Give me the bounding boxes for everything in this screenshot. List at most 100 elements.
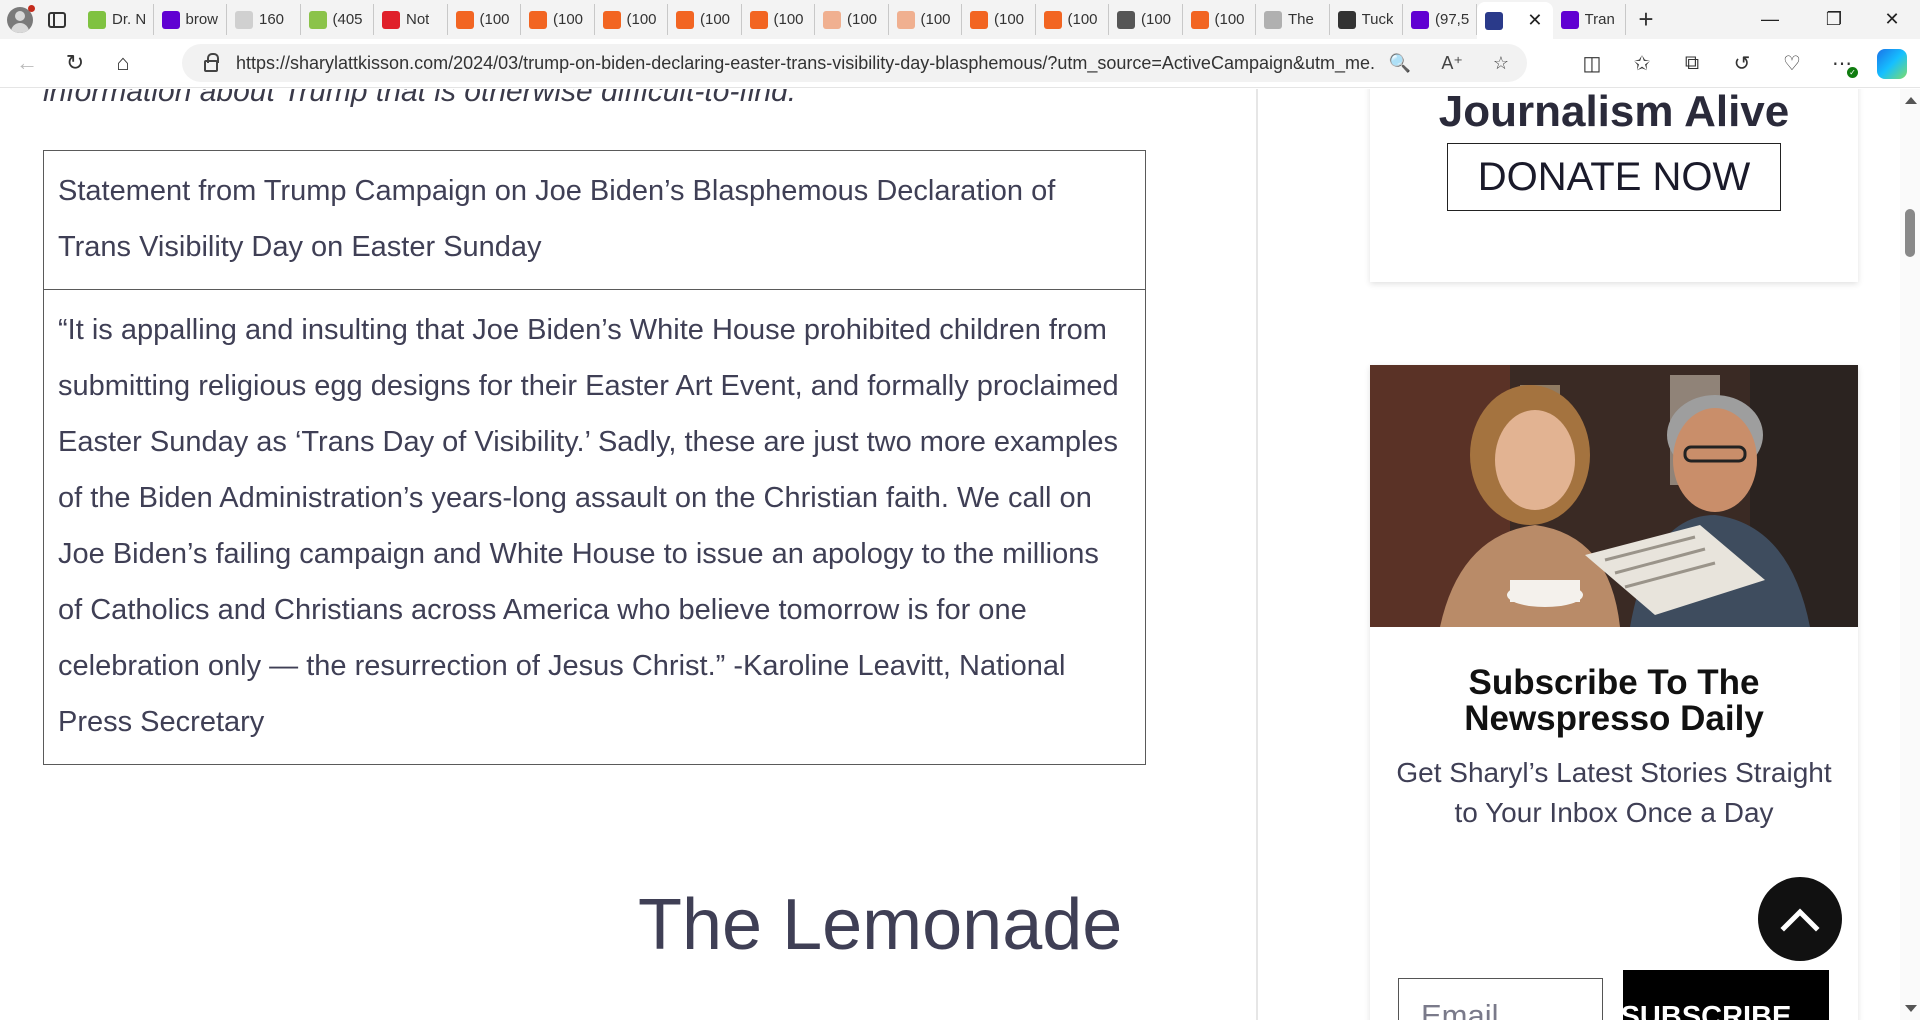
- lock-icon[interactable]: [204, 53, 219, 72]
- close-tab-icon[interactable]: ✕: [1527, 10, 1542, 31]
- notification-dot: [28, 5, 35, 12]
- site-icon: [1484, 11, 1503, 30]
- image-icon: [1117, 10, 1135, 29]
- tab[interactable]: (100: [448, 4, 521, 35]
- x-icon: [1337, 10, 1356, 29]
- more-menu-icon[interactable]: ⋯ ✓: [1826, 48, 1858, 80]
- refresh-button[interactable]: ↻: [54, 43, 96, 83]
- chevron-up-icon: [1780, 908, 1820, 932]
- scroll-down-icon[interactable]: [1905, 1005, 1917, 1012]
- update-badge: ✓: [1847, 66, 1858, 78]
- tab[interactable]: (405: [301, 4, 374, 35]
- tab[interactable]: (100: [962, 4, 1036, 35]
- tab[interactable]: 160: [227, 4, 301, 35]
- profile-button[interactable]: [0, 0, 40, 39]
- tab-title: (100: [994, 11, 1025, 28]
- scroll-thumb[interactable]: [1905, 209, 1915, 257]
- yahoo-icon: [1560, 10, 1579, 29]
- browser-toolbar: ← ↻ ⌂ https://sharylattkisson.com/2024/0…: [0, 39, 1920, 88]
- bookmark-icon: [749, 10, 768, 29]
- g-icon: [308, 10, 327, 29]
- tab[interactable]: The: [1256, 4, 1330, 35]
- tab-title: (97,5: [1435, 11, 1470, 28]
- tab[interactable]: brow: [154, 4, 227, 35]
- tab[interactable]: Not: [374, 4, 448, 35]
- tab-title: (100: [847, 11, 878, 28]
- bookmark-icon: [1190, 10, 1209, 29]
- tab-title: (100: [626, 11, 657, 28]
- subscribe-button[interactable]: SUBSCRIBE: [1621, 970, 1829, 1020]
- tab[interactable]: (100: [815, 4, 889, 35]
- new-tab-button[interactable]: +: [1626, 0, 1666, 39]
- tab[interactable]: (100: [1109, 4, 1183, 35]
- page-scrollbar[interactable]: [1900, 89, 1920, 1020]
- section-heading: The Lemonade: [638, 885, 1123, 965]
- tab-title: (100: [1067, 11, 1098, 28]
- bookmark-icon: [676, 10, 694, 29]
- tab[interactable]: Tran: [1553, 4, 1626, 35]
- address-bar[interactable]: https://sharylattkisson.com/2024/03/trum…: [182, 44, 1527, 82]
- play-icon: [88, 10, 106, 29]
- subscribe-title: Subscribe To The Newspresso Daily: [1464, 663, 1764, 738]
- tab-strip: Dr. N brow 160 (405 Not (100 (100 (100 (100 (100 (…: [0, 0, 1920, 39]
- subscribe-description: Get Sharyl’s Latest Stories Straight to …: [1396, 757, 1832, 828]
- tab-title: (100: [1141, 11, 1172, 28]
- bookmark-icon: [823, 10, 841, 29]
- bi-icon: [235, 10, 253, 29]
- home-button[interactable]: ⌂: [102, 43, 144, 83]
- tab[interactable]: Dr. N: [80, 4, 154, 35]
- scroll-up-icon[interactable]: [1905, 97, 1917, 104]
- bookmark-icon: [455, 10, 474, 29]
- tab[interactable]: (100: [521, 4, 595, 35]
- donate-button[interactable]: DONATE NOW: [1447, 143, 1781, 211]
- tab-title: (100: [479, 11, 510, 28]
- statement-heading: Statement from Trump Campaign on Joe Bid…: [58, 175, 1056, 263]
- tab-title: (405: [332, 11, 363, 28]
- tab[interactable]: (100: [1183, 4, 1256, 35]
- statement-quote: “It is appalling and insulting that Joe …: [44, 289, 1145, 764]
- tab[interactable]: (100: [595, 4, 668, 35]
- tab-title: brow: [185, 11, 219, 28]
- tab[interactable]: (100: [668, 4, 742, 35]
- bookmark-icon: [970, 10, 988, 29]
- statement-table: Statement from Trump Campaign on Joe Bid…: [43, 150, 1146, 765]
- intro-text: information about Trump that is otherwis…: [43, 89, 797, 108]
- back-to-top-button[interactable]: [1758, 877, 1842, 961]
- bookmark-icon: [602, 10, 621, 29]
- read-aloud-icon[interactable]: A⁺: [1441, 53, 1463, 74]
- url-text[interactable]: https://sharylattkisson.com/2024/03/trum…: [236, 53, 1376, 74]
- tab-title: (100: [700, 11, 731, 28]
- close-window-button[interactable]: ✕: [1864, 0, 1920, 39]
- tab[interactable]: (97,5: [1403, 4, 1477, 35]
- alert-icon: [382, 10, 400, 29]
- split-screen-icon[interactable]: ◫: [1576, 48, 1608, 80]
- tab[interactable]: (100: [1036, 4, 1109, 35]
- donate-card: Journalism Alive DONATE NOW: [1370, 89, 1858, 282]
- collections-icon[interactable]: ⧉: [1676, 48, 1708, 80]
- history-icon[interactable]: ↺: [1726, 48, 1758, 80]
- yahoo-icon: [161, 10, 180, 29]
- donate-title: Journalism Alive: [1438, 89, 1790, 136]
- email-field[interactable]: [1398, 978, 1603, 1020]
- copilot-button[interactable]: [1876, 48, 1908, 80]
- zoom-icon[interactable]: 🔍: [1389, 53, 1411, 74]
- tab-actions-icon: [48, 11, 66, 28]
- back-button[interactable]: ←: [6, 43, 48, 83]
- tab[interactable]: (100: [889, 4, 962, 35]
- tab[interactable]: (100: [742, 4, 815, 35]
- minimize-button[interactable]: —: [1742, 0, 1798, 39]
- bookmark-icon: [529, 10, 547, 29]
- restore-button[interactable]: ❐: [1806, 0, 1862, 39]
- tab-title: (100: [553, 11, 584, 28]
- tab-title: (100: [920, 11, 951, 28]
- tab-title: Not: [406, 11, 430, 28]
- browser-essentials-icon[interactable]: ♡: [1776, 48, 1808, 80]
- tab-active[interactable]: ✕: [1476, 2, 1553, 39]
- favorite-star-icon[interactable]: ☆: [1493, 53, 1509, 74]
- copilot-icon: [1877, 48, 1907, 79]
- tab-title: (100: [773, 11, 804, 28]
- favorites-icon[interactable]: ✩: [1626, 48, 1658, 80]
- tab-actions-button[interactable]: [40, 0, 74, 39]
- tab[interactable]: Tuck: [1330, 4, 1403, 35]
- page-viewport: information about Trump that is otherwis…: [0, 89, 1920, 1020]
